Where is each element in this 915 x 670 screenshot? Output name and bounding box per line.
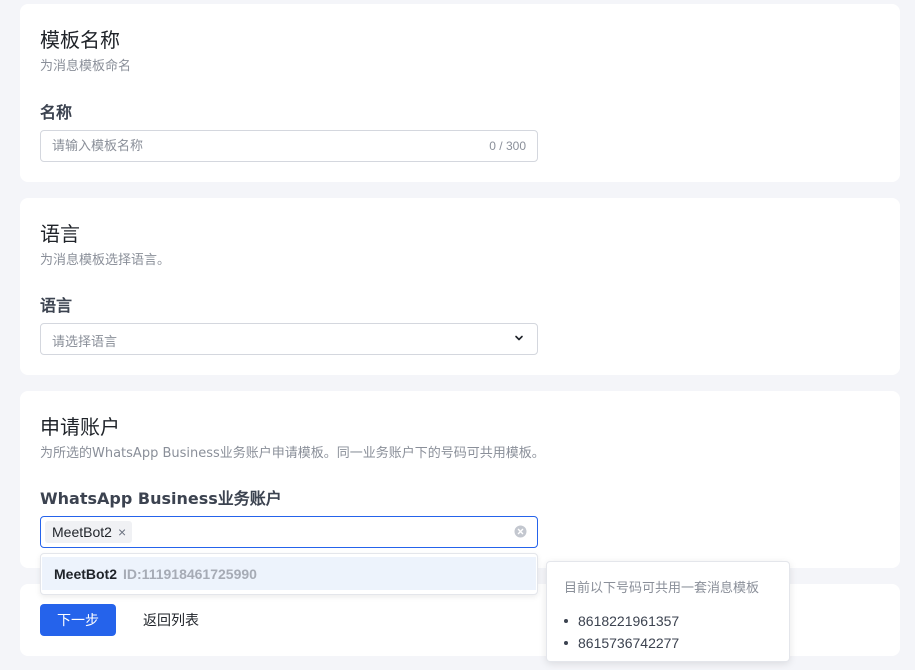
remove-tag-icon[interactable]: × xyxy=(118,525,126,539)
language-field-label: 语言 xyxy=(40,296,73,315)
bullet-icon xyxy=(564,619,568,623)
account-field-label: WhatsApp Business业务账户 xyxy=(40,489,282,508)
template-name-card: 模板名称 为消息模板命名 名称 0 / 300 xyxy=(20,4,900,182)
template-name-subtitle: 为消息模板命名 xyxy=(40,59,132,74)
option-account-name: MeetBot2 xyxy=(54,565,118,582)
template-name-title: 模板名称 xyxy=(40,28,120,52)
selected-account-tag-label: MeetBot2 xyxy=(52,524,112,540)
language-select[interactable]: 请选择语言 xyxy=(40,323,538,355)
chevron-down-icon xyxy=(515,335,523,341)
phone-number: 8618221961357 xyxy=(578,613,680,629)
popover-title: 目前以下号码可共用一套消息模板 xyxy=(564,581,760,596)
next-step-button[interactable]: 下一步 xyxy=(40,604,116,636)
account-dropdown: MeetBot2 ID:111918461725990 xyxy=(40,553,538,595)
language-select-placeholder: 请选择语言 xyxy=(52,335,118,350)
clear-icon[interactable] xyxy=(514,525,527,538)
account-multiselect[interactable]: MeetBot2 × xyxy=(40,516,538,548)
language-title: 语言 xyxy=(40,222,80,246)
back-to-list-button[interactable]: 返回列表 xyxy=(132,604,210,636)
language-subtitle: 为消息模板选择语言。 xyxy=(40,253,171,268)
account-subtitle: 为所选的WhatsApp Business业务账户申请模板。同一业务账户下的号码… xyxy=(40,446,545,461)
list-item: 8618221961357 xyxy=(564,610,679,632)
phone-number-list: 8618221961357 8615736742277 xyxy=(564,610,679,654)
account-card: 申请账户 为所选的WhatsApp Business业务账户申请模板。同一业务账… xyxy=(20,391,900,568)
language-card: 语言 为消息模板选择语言。 语言 请选择语言 xyxy=(20,198,900,375)
list-item: 8615736742277 xyxy=(564,632,679,654)
account-title: 申请账户 xyxy=(40,415,120,439)
shared-numbers-popover: 目前以下号码可共用一套消息模板 8618221961357 8615736742… xyxy=(546,561,790,662)
dropdown-option-meetbot2[interactable]: MeetBot2 ID:111918461725990 xyxy=(42,557,536,590)
option-account-id: ID:111918461725990 xyxy=(123,565,257,582)
bullet-icon xyxy=(564,641,568,645)
selected-account-tag: MeetBot2 × xyxy=(45,521,133,543)
template-name-input[interactable] xyxy=(52,131,472,161)
phone-number: 8615736742277 xyxy=(578,635,680,651)
template-name-input-box: 0 / 300 xyxy=(40,130,538,162)
name-field-label: 名称 xyxy=(40,103,73,122)
char-counter: 0 / 300 xyxy=(489,139,526,153)
